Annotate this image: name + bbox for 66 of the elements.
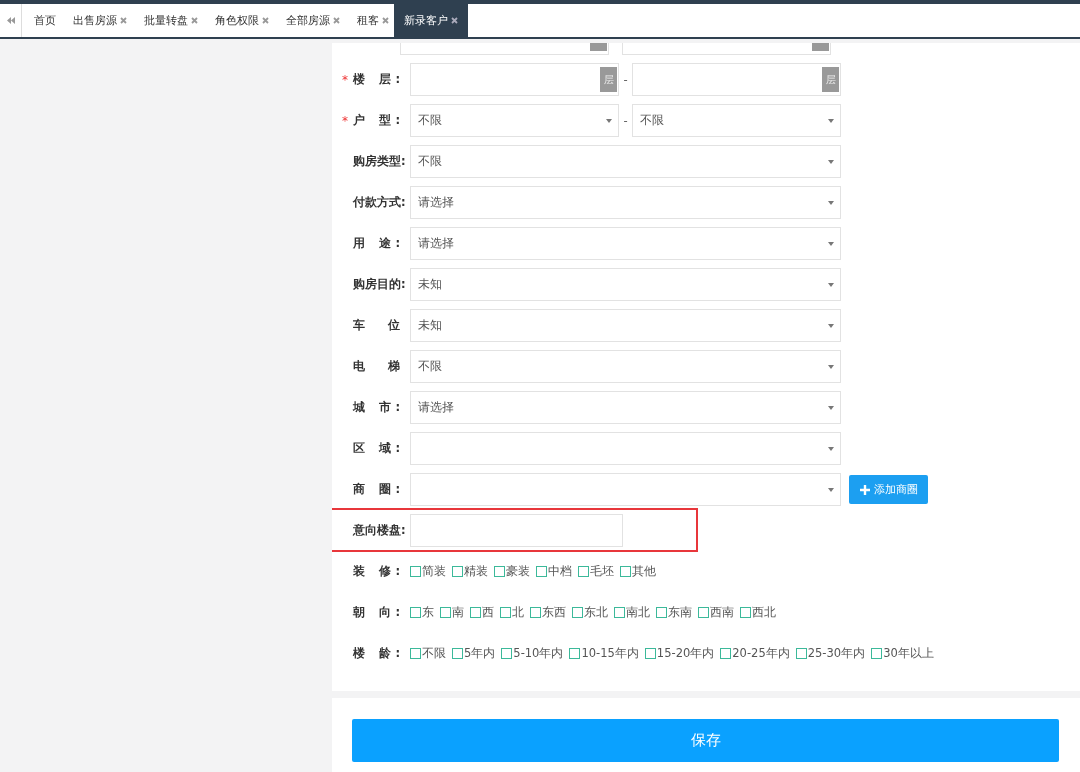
field-label: 楼 龄: — [353, 646, 401, 661]
close-icon[interactable] — [451, 17, 458, 24]
checkbox-option[interactable]: 西 — [470, 605, 494, 620]
close-icon[interactable] — [333, 17, 340, 24]
checkbox-option[interactable]: 中档 — [536, 564, 572, 579]
checkbox-option[interactable]: 东西 — [530, 605, 566, 620]
field-label: 朝 向: — [353, 605, 401, 620]
checkbox-option[interactable]: 5年内 — [452, 646, 496, 661]
checkbox-option[interactable]: 精装 — [452, 564, 488, 579]
checkbox-option[interactable]: 25-30年内 — [795, 646, 866, 661]
select-field[interactable] — [410, 432, 841, 465]
checkbox-option[interactable]: 20-25年内 — [720, 646, 790, 661]
field-label: 购房类型: — [353, 154, 407, 169]
checkbox-option[interactable]: 不限 — [410, 646, 446, 661]
close-icon[interactable] — [191, 17, 198, 24]
range-separator: - — [622, 72, 629, 87]
checkbox-option[interactable]: 其他 — [620, 564, 656, 579]
close-icon[interactable] — [120, 17, 127, 24]
range-separator: - — [622, 113, 629, 128]
unit-addon: 层 — [822, 67, 839, 92]
field-label: 意向楼盘: — [353, 523, 407, 538]
field-label: 购房目的: — [353, 277, 407, 292]
checkbox-option[interactable]: 10-15年内 — [569, 646, 639, 661]
checkbox-option[interactable]: 毛坯 — [578, 564, 614, 579]
close-icon[interactable] — [382, 17, 389, 24]
close-icon[interactable] — [262, 17, 269, 24]
field-label: 城 市: — [353, 400, 401, 415]
field-label: 付款方式: — [353, 195, 407, 210]
select-field[interactable]: 请选择 — [410, 391, 841, 424]
checkbox-option[interactable]: 5-10年内 — [501, 646, 564, 661]
select-field[interactable]: 不限 — [410, 145, 841, 178]
checkbox-option[interactable]: 东南 — [656, 605, 692, 620]
field-label: 商 圈: — [353, 482, 401, 497]
double-arrow-left-icon — [6, 17, 15, 24]
checkbox-option[interactable]: 南北 — [614, 605, 650, 620]
select-field[interactable]: 不限 — [632, 104, 841, 137]
checkbox-option[interactable]: 简装 — [410, 564, 446, 579]
checkbox-option[interactable]: 15-20年内 — [644, 646, 715, 661]
checkbox-option[interactable]: 南 — [440, 605, 464, 620]
field-label: 装 修: — [353, 564, 401, 579]
checkbox-option[interactable]: 豪装 — [494, 564, 530, 579]
tab[interactable]: 新录客户 — [394, 4, 468, 37]
checkbox-option[interactable]: 东北 — [572, 605, 608, 620]
unit-addon: 层 — [600, 67, 617, 92]
plus-icon — [859, 484, 870, 495]
field-label: 楼 层: — [353, 72, 401, 87]
required-mark: * — [342, 72, 348, 87]
checkbox-option[interactable]: 30年以上 — [871, 646, 934, 661]
select-field[interactable]: 未知 — [410, 268, 841, 301]
field-label: 户 型: — [353, 113, 401, 128]
field-label: 电 梯 — [353, 359, 401, 374]
field-label: 车 位 — [353, 318, 401, 333]
field-label: 用 途: — [353, 236, 401, 251]
checkbox-option[interactable]: 西南 — [698, 605, 734, 620]
select-field[interactable]: 不限 — [410, 350, 841, 383]
select-field[interactable]: 请选择 — [410, 227, 841, 260]
select-field[interactable]: 请选择 — [410, 186, 841, 219]
field-label: 区 域: — [353, 441, 401, 456]
select-field[interactable] — [410, 473, 841, 506]
select-field[interactable]: 未知 — [410, 309, 841, 342]
checkbox-option[interactable]: 北 — [500, 605, 524, 620]
input-field[interactable] — [410, 514, 623, 547]
required-mark: * — [342, 113, 348, 128]
checkbox-option[interactable]: 西北 — [740, 605, 776, 620]
checkbox-option[interactable]: 东 — [410, 605, 434, 620]
select-field[interactable]: 不限 — [410, 104, 619, 137]
